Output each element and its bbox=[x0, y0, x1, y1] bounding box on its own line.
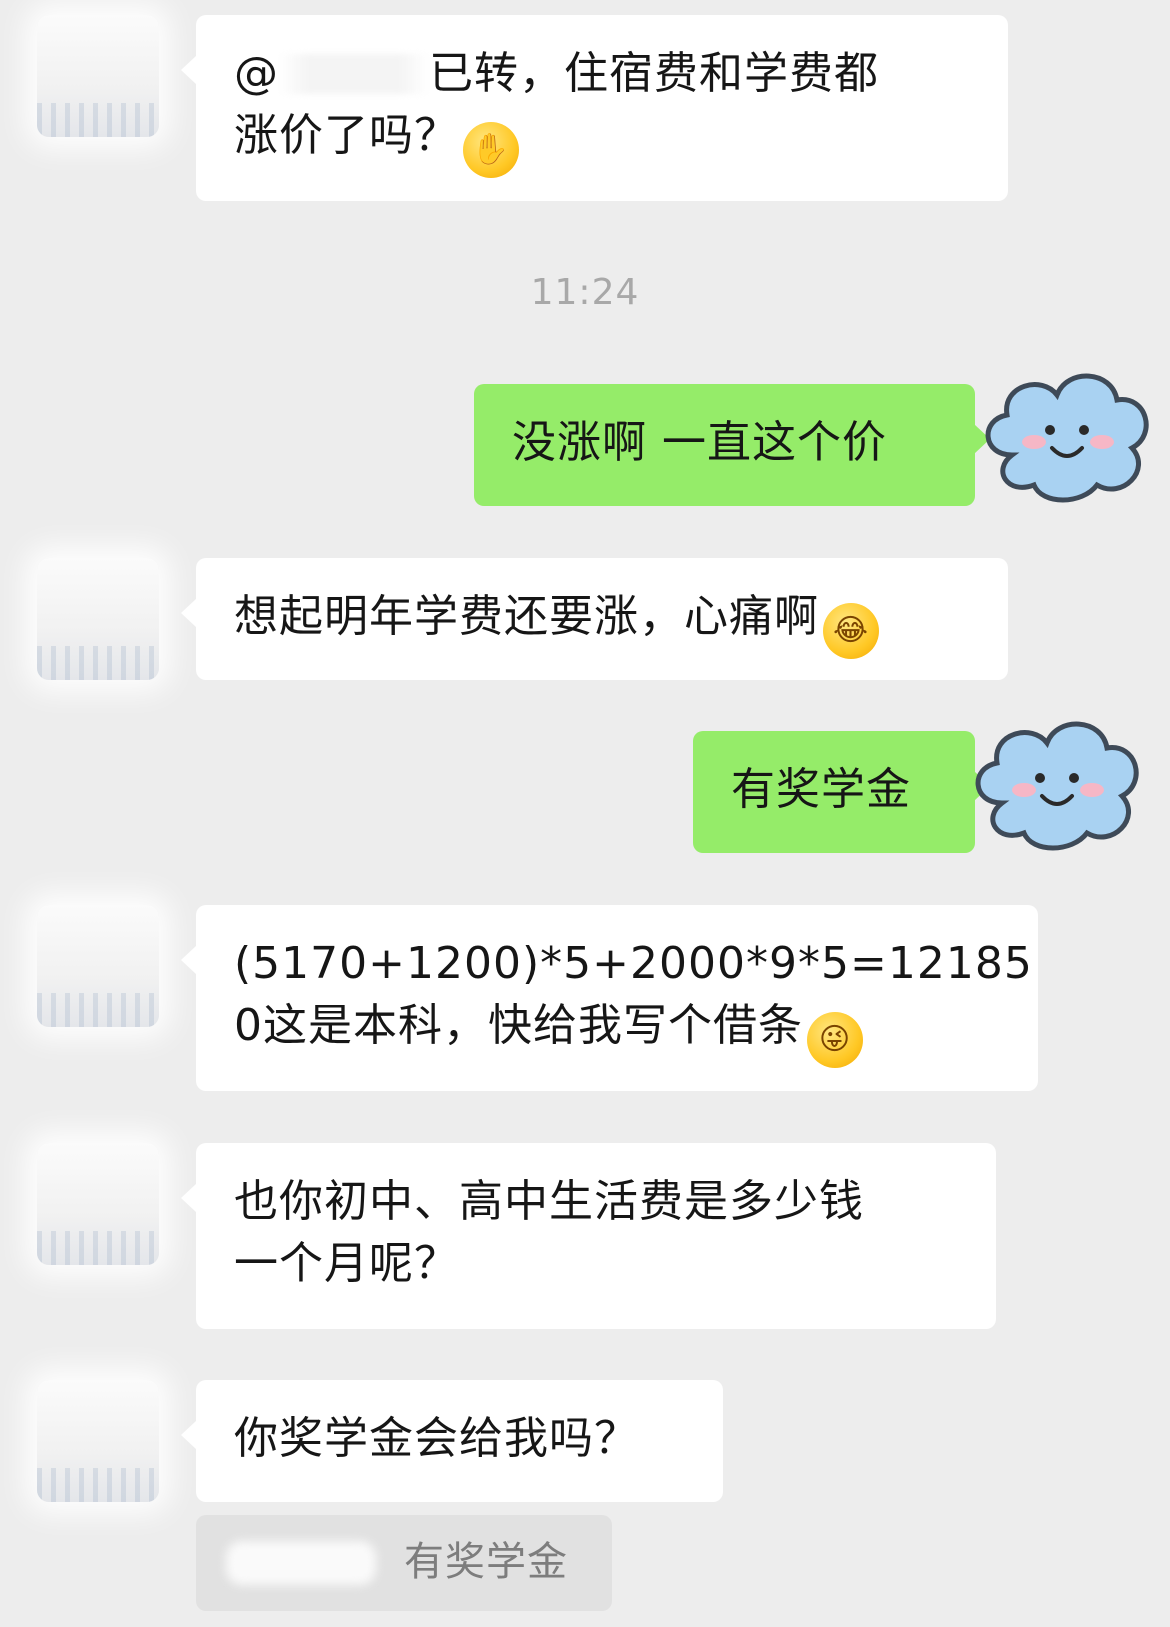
message-line: (5170+1200)*5+2000*9*5=12185 bbox=[234, 938, 1033, 989]
mention-at: @ bbox=[234, 48, 279, 99]
quoted-text: 有奖学金 bbox=[404, 1539, 568, 1585]
message-line: 0这是本科，快给我写个借条 😜 bbox=[234, 995, 1000, 1068]
message-line: 涨价了吗？ ✋ bbox=[234, 105, 970, 178]
contact-avatar[interactable] bbox=[37, 1143, 159, 1265]
message-line: 一个月呢？ bbox=[234, 1238, 459, 1289]
message-text: 0这是本科，快给我写个借条 bbox=[234, 1000, 803, 1051]
message-line: @ 已转，住宿费和学费都 bbox=[234, 43, 970, 105]
contact-avatar[interactable] bbox=[37, 1380, 159, 1502]
redacted-sender-name bbox=[226, 1541, 376, 1585]
message-text: 涨价了吗？ bbox=[234, 110, 459, 161]
message-bubble-incoming[interactable]: 也你初中、高中生活费是多少钱 一个月呢？ bbox=[181, 1143, 996, 1329]
message-bubble-incoming[interactable]: 你奖学金会给我吗？ bbox=[181, 1380, 723, 1502]
message-bubble-outgoing[interactable]: 有奖学金 bbox=[693, 731, 990, 853]
quoted-message[interactable]: 有奖学金 bbox=[196, 1515, 612, 1611]
timestamp: 11:24 bbox=[530, 272, 640, 313]
message-text: 你奖学金会给我吗？ bbox=[234, 1413, 639, 1464]
message-bubble-outgoing[interactable]: 没涨啊 一直这个价 bbox=[474, 384, 990, 506]
cloud-shape bbox=[975, 721, 1139, 851]
cloud-avatar-icon[interactable] bbox=[972, 360, 1162, 510]
message-bubble-incoming[interactable]: 想起明年学费还要涨，心痛啊 😂 bbox=[181, 558, 1008, 680]
message-text: 想起明年学费还要涨，心痛啊 bbox=[234, 591, 819, 642]
winking-tongue-emoji: 😜 bbox=[807, 1012, 863, 1068]
message-text: 没涨啊 一直这个价 bbox=[512, 417, 887, 468]
contact-avatar[interactable] bbox=[37, 558, 159, 680]
message-bubble-incoming[interactable]: (5170+1200)*5+2000*9*5=12185 0这是本科，快给我写个… bbox=[181, 905, 1038, 1091]
contact-avatar[interactable] bbox=[37, 15, 159, 137]
contact-avatar[interactable] bbox=[37, 905, 159, 1027]
message-line: 也你初中、高中生活费是多少钱 bbox=[234, 1176, 864, 1227]
cloud-shape bbox=[985, 373, 1149, 503]
message-text: 已转，住宿费和学费都 bbox=[429, 48, 879, 99]
rolling-laughing-emoji: 😂 bbox=[823, 603, 879, 659]
message-bubble-incoming[interactable]: @ 已转，住宿费和学费都 涨价了吗？ ✋ bbox=[181, 15, 1008, 201]
cloud-avatar-icon[interactable] bbox=[962, 708, 1152, 858]
hand-over-mouth-emoji: ✋ bbox=[463, 122, 519, 178]
redacted-mention bbox=[279, 54, 429, 94]
message-text: 有奖学金 bbox=[731, 764, 911, 815]
